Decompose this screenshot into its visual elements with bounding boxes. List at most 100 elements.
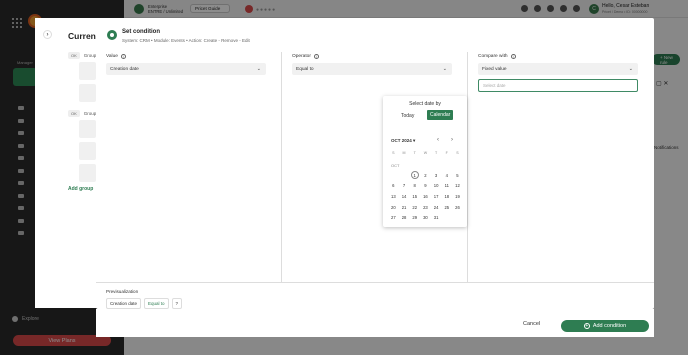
value-column: Value i Creation date ⌄ <box>96 52 282 282</box>
day-cell[interactable]: 3 <box>431 170 442 181</box>
operator-label: Operator <box>292 54 311 59</box>
datepicker-header: Select date by <box>409 101 441 107</box>
day-cell[interactable]: 5 <box>452 170 463 181</box>
chevron-down-icon: ⌄ <box>256 66 261 72</box>
day-cell[interactable]: 19 <box>452 191 463 202</box>
day-cell[interactable]: 9 <box>420 181 431 192</box>
chevron-down-icon: ⌄ <box>628 66 633 72</box>
caret-down-icon: ▾ <box>413 138 416 143</box>
add-group-button[interactable]: Add group <box>68 186 93 192</box>
day-cell[interactable]: 17 <box>431 191 442 202</box>
group-label: Group <box>83 53 97 58</box>
drawer-title: Current <box>68 31 99 41</box>
day-cell[interactable]: 11 <box>441 181 452 192</box>
weekday-label: S <box>392 151 395 155</box>
compare-label: Compare with <box>478 54 508 59</box>
day-cell[interactable]: 28 <box>399 212 410 223</box>
placeholder-block <box>79 164 96 182</box>
day-cell[interactable]: 21 <box>399 202 410 213</box>
month-select[interactable]: OCT 2024 ▾ <box>391 138 415 144</box>
plus-icon: + <box>583 323 590 329</box>
month-label: OCT 2024 <box>391 138 412 143</box>
chevron-right-icon[interactable]: › <box>451 137 453 143</box>
day-cell[interactable]: 10 <box>431 181 442 192</box>
day-cell[interactable]: 15 <box>409 191 420 202</box>
today-tab[interactable]: Today <box>399 111 416 121</box>
day-cell[interactable]: 7 <box>399 181 410 192</box>
cancel-button[interactable]: Cancel <box>523 321 540 327</box>
condition-icon <box>107 30 117 40</box>
chevron-down-icon: ⌄ <box>442 66 447 72</box>
day-cell[interactable]: 13 <box>388 191 399 202</box>
group-row[interactable]: OK Group <box>68 52 96 59</box>
day-cell[interactable]: 18 <box>441 191 452 202</box>
chevron-right-icon[interactable]: › <box>43 30 52 39</box>
info-icon[interactable]: i <box>510 54 516 59</box>
compare-select[interactable]: Fixed value ⌄ <box>478 63 638 75</box>
chevron-left-icon[interactable]: ‹ <box>437 137 439 143</box>
add-condition-button[interactable]: + Add condition <box>561 320 649 332</box>
weekday-label: F <box>445 151 448 155</box>
calendar-tab[interactable]: Calendar <box>427 110 454 120</box>
weekday-label: T <box>413 151 416 155</box>
modal-subtitle: System: CRM • Module: Events • Action: C… <box>122 38 250 43</box>
day-cell[interactable]: 1 <box>410 171 419 180</box>
weekday-label: W <box>423 151 428 155</box>
day-cell[interactable]: 26 <box>452 202 463 213</box>
preview-chip-compare: ? <box>171 298 183 309</box>
day-cell[interactable]: 16 <box>420 191 431 202</box>
day-cell[interactable]: 6 <box>388 181 399 192</box>
date-input[interactable]: Select date <box>478 79 638 92</box>
info-icon[interactable]: i <box>313 54 319 59</box>
day-cell[interactable]: 24 <box>431 202 442 213</box>
group-label: Group <box>83 111 97 116</box>
info-icon[interactable]: i <box>120 54 126 59</box>
day-cell[interactable]: 20 <box>388 202 399 213</box>
compare-column: Compare with i Fixed value ⌄ Select date <box>468 52 654 282</box>
preview-chip-value: Creation date <box>106 298 142 309</box>
month-short-label: OCT <box>391 163 400 168</box>
set-condition-modal: Set condition System: CRM • Module: Even… <box>96 18 654 309</box>
placeholder-block <box>79 84 96 102</box>
weekday-label: T <box>434 151 438 155</box>
previsualization-label: Previsualization <box>106 289 139 294</box>
day-cell[interactable]: 29 <box>409 212 420 223</box>
placeholder-block <box>79 62 96 80</box>
day-cell-empty <box>399 170 410 181</box>
day-cell[interactable]: 22 <box>409 202 420 213</box>
day-cell[interactable]: 25 <box>441 202 452 213</box>
operator-label-row: Operator i <box>292 54 319 59</box>
operator-select[interactable]: Equal to ⌄ <box>292 63 452 75</box>
day-cell[interactable]: 30 <box>420 212 431 223</box>
add-condition-label: Add condition <box>592 323 627 329</box>
compare-label-row: Compare with i <box>478 54 516 59</box>
compare-selected: Fixed value <box>482 66 507 72</box>
day-cell[interactable]: 14 <box>399 191 410 202</box>
placeholder-block <box>79 120 96 138</box>
weekday-label: S <box>456 151 459 155</box>
value-label-row: Value i <box>106 54 126 59</box>
day-grid: 1 2 3 4 5 6 7 8 9 10 11 12 13 14 15 16 17 18 19 20 21 22 23 24 2… <box>388 170 463 223</box>
day-cell[interactable]: 12 <box>452 181 463 192</box>
previsualization: Previsualization Creation date Equal to … <box>96 282 654 309</box>
group-row[interactable]: OK Group <box>68 110 96 117</box>
day-cell[interactable]: 8 <box>409 181 420 192</box>
value-selected: Creation date <box>110 66 139 72</box>
preview-chips: Creation date Equal to ? <box>106 298 183 309</box>
placeholder-block <box>79 142 96 160</box>
group-status-badge: OK <box>68 110 80 117</box>
day-cell[interactable]: 2 <box>420 170 431 181</box>
value-label: Value <box>106 54 118 59</box>
day-cell[interactable]: 23 <box>420 202 431 213</box>
value-select[interactable]: Creation date ⌄ <box>106 63 266 75</box>
day-cell-empty <box>388 170 399 181</box>
day-cell[interactable]: 27 <box>388 212 399 223</box>
weekday-header: SMTWTFS <box>388 151 463 155</box>
weekday-label: M <box>402 151 406 155</box>
preview-chip-operator: Equal to <box>144 298 169 309</box>
operator-selected: Equal to <box>296 66 314 72</box>
day-cell[interactable]: 4 <box>441 170 452 181</box>
group-status-badge: OK <box>68 52 80 59</box>
day-cell[interactable]: 31 <box>431 212 442 223</box>
modal-title: Set condition <box>122 29 160 35</box>
